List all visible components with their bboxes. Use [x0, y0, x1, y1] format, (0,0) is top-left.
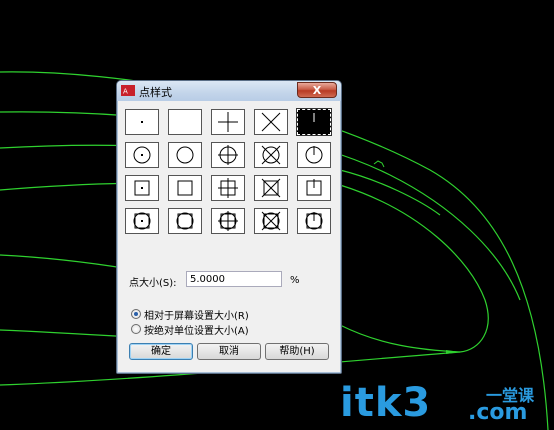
circle-x-icon: [261, 145, 281, 165]
drawing-symbol: [373, 160, 385, 168]
x-icon: [261, 112, 281, 132]
absolute-size-radio[interactable]: [131, 324, 141, 334]
watermark-domain: .com: [468, 400, 528, 425]
square-tick-icon: [306, 179, 322, 196]
circle-plus-point-style[interactable]: [211, 142, 245, 168]
percent-label: %: [290, 275, 300, 286]
site-watermark: itk3 一堂课 .com: [340, 380, 550, 428]
circle-square-plus-icon: [218, 211, 238, 231]
point-size-input[interactable]: [186, 271, 282, 287]
circle-tick-icon: [305, 146, 323, 164]
square-x-icon: [261, 178, 281, 198]
drawing-marker: [446, 350, 460, 354]
square-tick-point-style[interactable]: [297, 175, 331, 201]
point-style-dialog: A 点样式 X 点大小(S): % 相对于屏幕设置大小(R) 按绝对单位设置大小…: [116, 80, 342, 374]
dot-icon: [141, 121, 143, 123]
circle-square-plus-point-style[interactable]: [211, 208, 245, 234]
circle-point-style[interactable]: [168, 142, 202, 168]
square-plus-point-style[interactable]: [211, 175, 245, 201]
blank-point-style[interactable]: [168, 109, 202, 135]
x-point-style[interactable]: [254, 109, 288, 135]
drawing-curve: [339, 184, 489, 353]
tick-point-style[interactable]: [296, 108, 332, 136]
circle-square-tick-point-style[interactable]: [297, 208, 331, 234]
blank-icon: [169, 110, 201, 134]
circle-square-tick-icon: [305, 212, 323, 230]
square-plus-icon: [218, 178, 238, 198]
plus-point-style[interactable]: [211, 109, 245, 135]
circle-square-dot-icon: [133, 212, 151, 230]
circle-square-x-icon: [261, 211, 281, 231]
circle-square-point-style[interactable]: [168, 208, 202, 234]
circle-dot-icon: [133, 146, 151, 164]
close-button[interactable]: X: [297, 82, 337, 98]
plus-icon: [218, 112, 238, 132]
svg-text:A: A: [123, 88, 128, 96]
square-x-point-style[interactable]: [254, 175, 288, 201]
circle-square-x-point-style[interactable]: [254, 208, 288, 234]
dialog-titlebar[interactable]: A 点样式 X: [117, 81, 341, 101]
help-button[interactable]: 帮助(H): [265, 343, 329, 360]
circle-dot-point-style[interactable]: [125, 142, 159, 168]
square-dot-point-style[interactable]: [125, 175, 159, 201]
point-size-label: 点大小(S):: [129, 278, 177, 289]
relative-size-label[interactable]: 相对于屏幕设置大小(R): [144, 307, 249, 322]
circle-x-point-style[interactable]: [254, 142, 288, 168]
relative-size-radio[interactable]: [131, 309, 141, 319]
square-point-style[interactable]: [168, 175, 202, 201]
autocad-app-icon: A: [121, 85, 135, 96]
circle-square-dot-point-style[interactable]: [125, 208, 159, 234]
tick-icon: [313, 113, 315, 122]
square-dot-icon: [134, 180, 150, 196]
square-icon: [177, 180, 193, 196]
circle-tick-point-style[interactable]: [297, 142, 331, 168]
circle-icon: [176, 146, 194, 164]
circle-plus-icon: [218, 145, 238, 165]
absolute-size-label[interactable]: 按绝对单位设置大小(A): [144, 322, 249, 337]
circle-square-icon: [176, 212, 194, 230]
watermark-text: itk3: [340, 380, 432, 426]
dot-point-style[interactable]: [125, 109, 159, 135]
ok-button[interactable]: 确定: [129, 343, 193, 360]
cancel-button[interactable]: 取消: [197, 343, 261, 360]
dialog-title: 点样式: [139, 86, 172, 99]
